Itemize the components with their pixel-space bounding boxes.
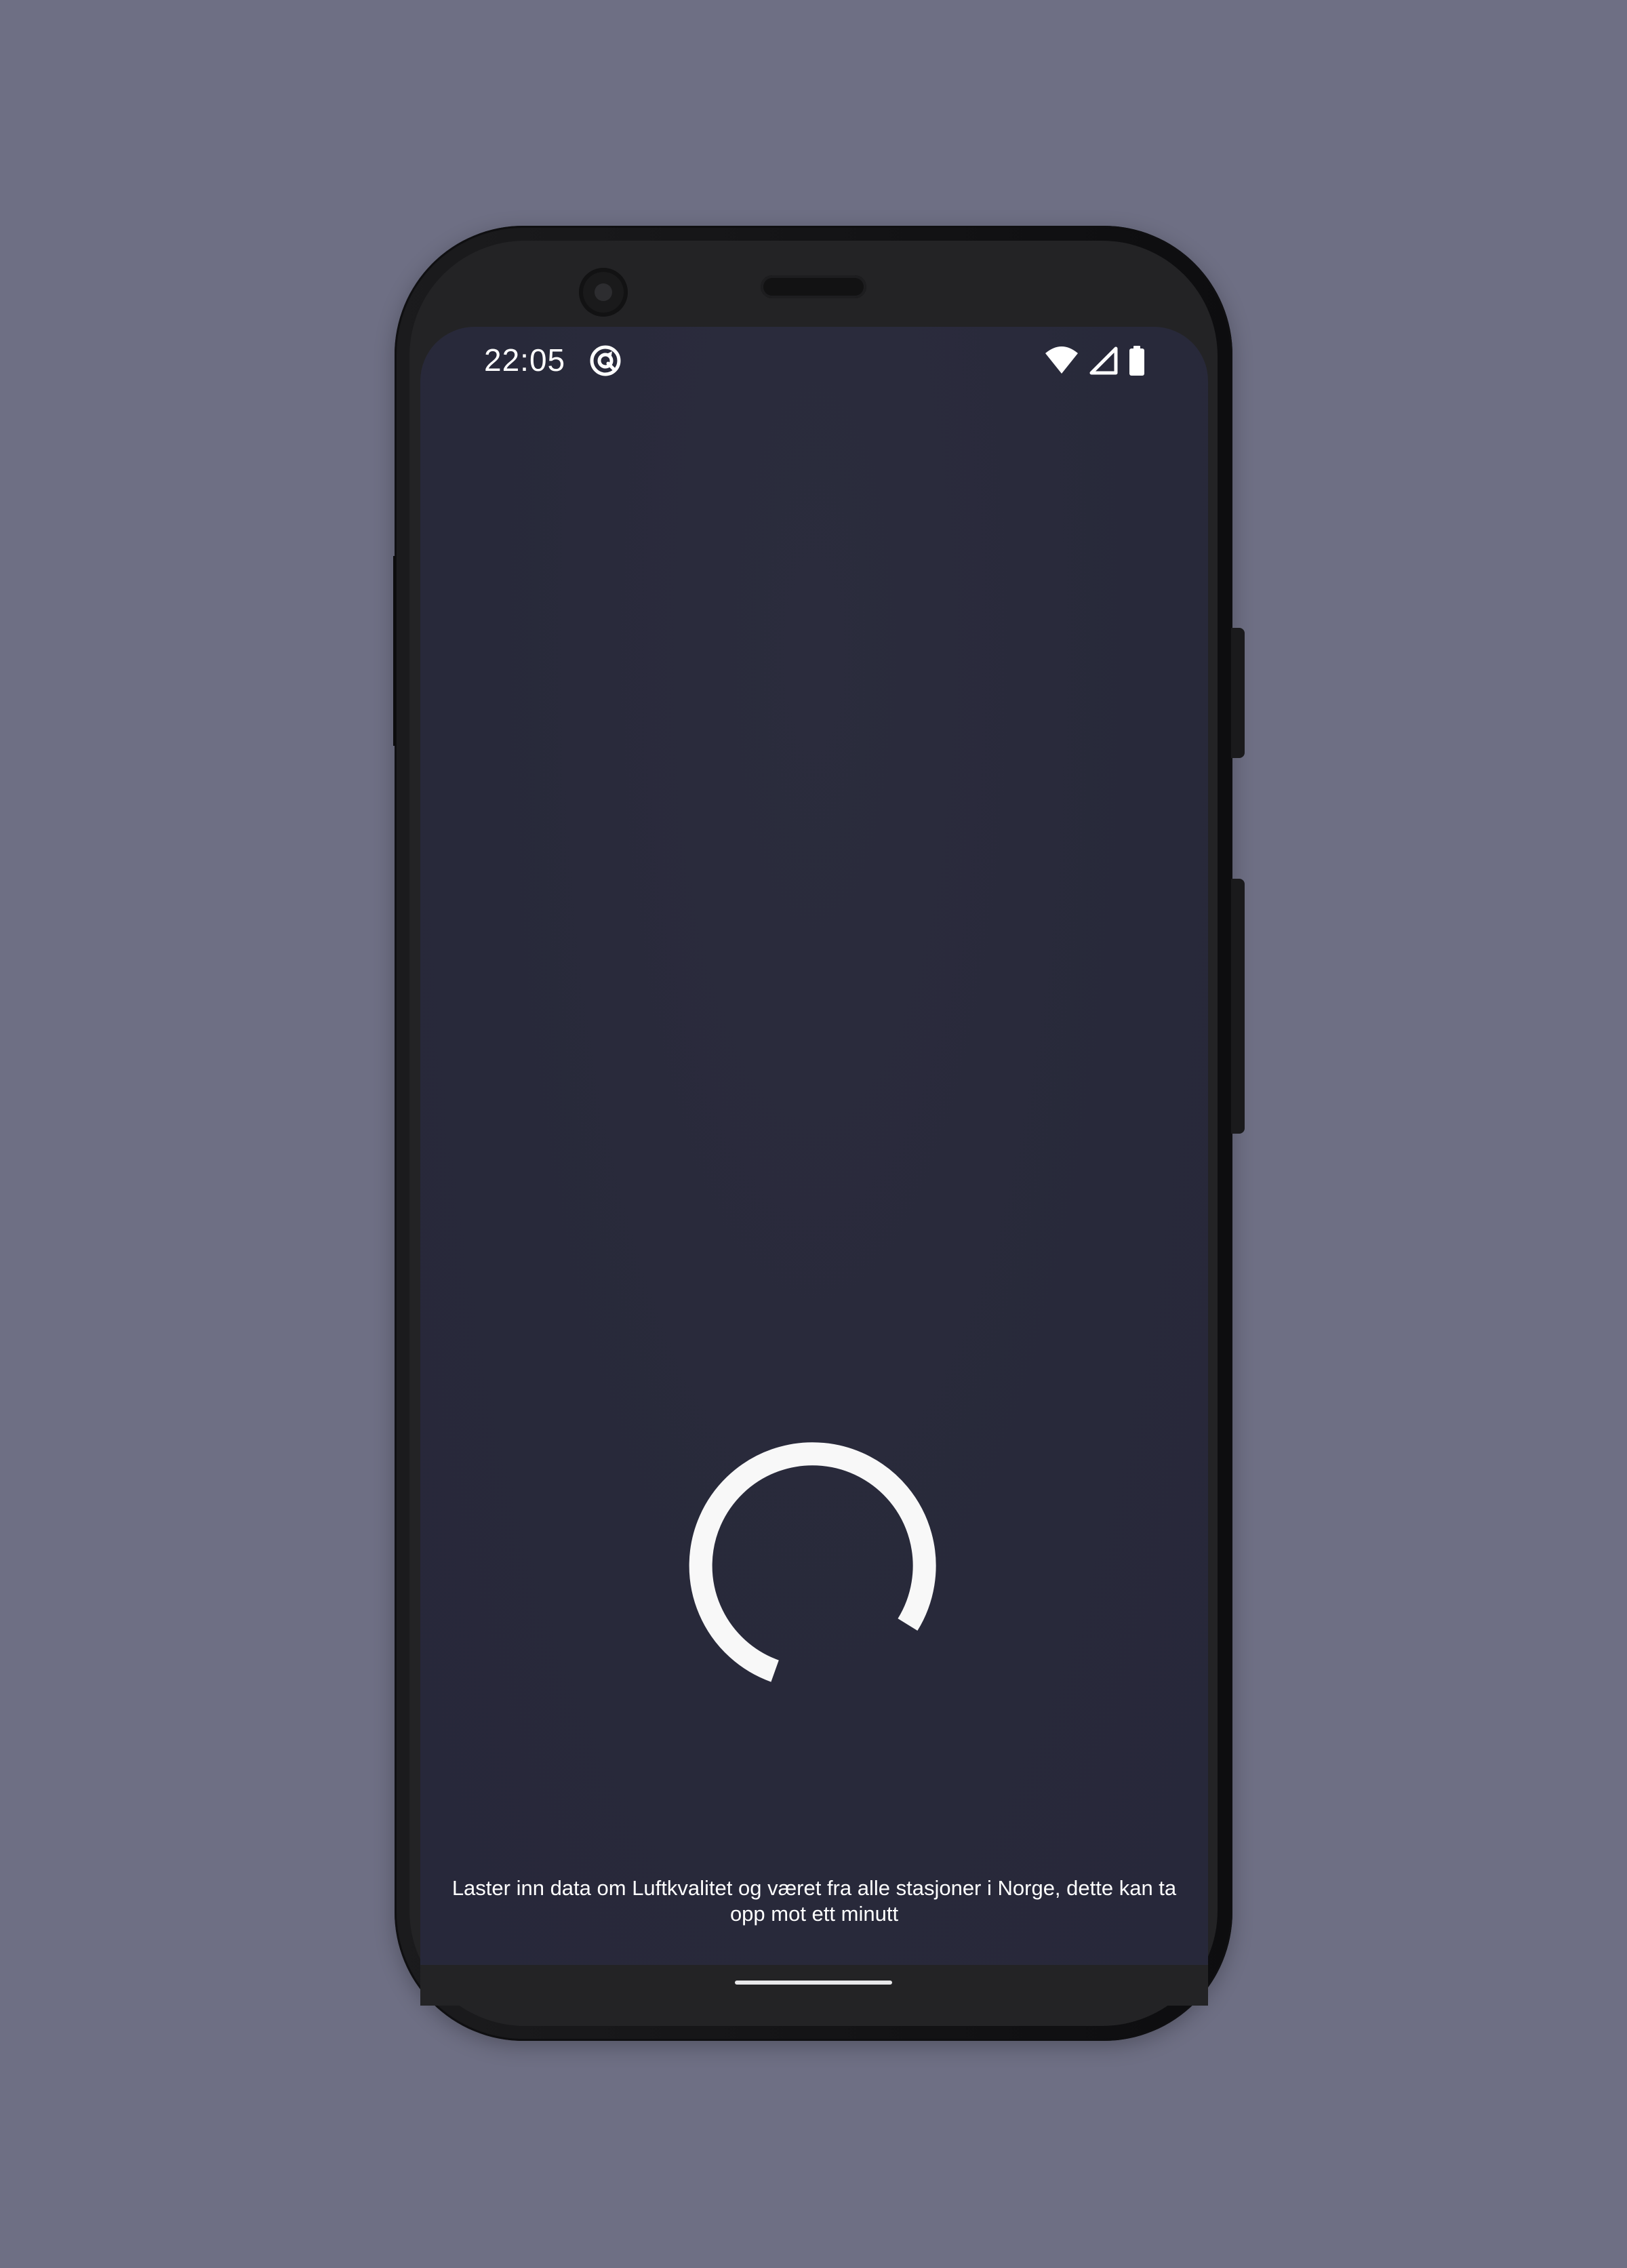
app-screen: 22:05 Laster inn data om Luftkvalitet og… (420, 327, 1208, 1965)
data-sync-icon (590, 345, 621, 376)
wifi-icon (1045, 346, 1078, 374)
status-icons (1044, 342, 1146, 380)
cell-signal-icon (1089, 346, 1118, 375)
camera-lens (595, 283, 612, 301)
power-button (1231, 628, 1245, 758)
front-camera (579, 268, 628, 317)
earpiece-speaker (761, 275, 866, 298)
navigation-bar (420, 1965, 1208, 2006)
progress-spinner-icon (689, 1442, 936, 1682)
loading-message: Laster inn data om Luftkvalitet og været… (451, 1876, 1177, 1926)
home-indicator[interactable] (735, 1981, 892, 1985)
battery-icon (1129, 346, 1144, 376)
volume-button (1231, 879, 1245, 1134)
status-time: 22:05 (484, 342, 566, 378)
phone-edge-groove (393, 556, 396, 746)
